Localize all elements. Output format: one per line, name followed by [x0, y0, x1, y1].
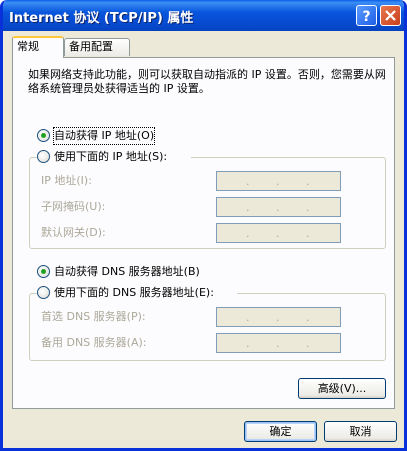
dns-auto-label: 自动获得 DNS 服务器地址(B)	[54, 265, 200, 278]
alternate-dns-field[interactable]: ...	[216, 333, 341, 353]
ip-address-field[interactable]: ...	[216, 171, 341, 191]
ip-address-label: IP 地址(I):	[41, 174, 92, 187]
subnet-mask-field[interactable]: ...	[216, 197, 341, 217]
description-text: 如果网络支持此功能，则可以获取自动指派的 IP 设置。否则，您需要从网络系统管理…	[28, 68, 386, 95]
tab-alternate-configuration[interactable]: 备用配置	[64, 38, 130, 56]
preferred-dns-label: 首选 DNS 服务器(P):	[41, 310, 146, 323]
default-gateway-label: 默认网关(D):	[41, 226, 106, 239]
radio-ip-manual-indicator[interactable]	[37, 150, 50, 163]
general-tab-panel: 如果网络支持此功能，则可以获取自动指派的 IP 设置。否则，您需要从网络系统管理…	[12, 57, 395, 409]
title-bar[interactable]: Internet 协议 (TCP/IP) 属性 ?	[3, 0, 404, 31]
radio-dns-manual-indicator[interactable]	[37, 286, 50, 299]
svg-text:?: ?	[362, 9, 370, 25]
tcpip-properties-dialog: Internet 协议 (TCP/IP) 属性 ? 常规 备用配置 如果网络支持…	[0, 0, 407, 451]
window-title: Internet 协议 (TCP/IP) 属性	[9, 11, 194, 26]
dns-manual-radio[interactable]: 使用下面的 DNS 服务器地址(E):	[37, 285, 237, 301]
radio-dns-auto-indicator[interactable]	[37, 265, 50, 278]
help-icon: ?	[362, 9, 370, 25]
tab-general[interactable]: 常规	[12, 36, 64, 58]
radio-ip-auto-indicator[interactable]	[37, 129, 50, 142]
default-gateway-field[interactable]: ...	[216, 223, 341, 243]
dns-manual-label: 使用下面的 DNS 服务器地址(E):	[54, 286, 214, 299]
ip-manual-label: 使用下面的 IP 地址(S):	[54, 150, 168, 163]
cancel-button[interactable]: 取消	[324, 421, 397, 442]
ip-auto-label: 自动获得 IP 地址(O)	[52, 127, 156, 145]
ok-button[interactable]: 确定	[244, 421, 317, 442]
subnet-mask-label: 子网掩码(U):	[41, 200, 106, 213]
preferred-dns-field[interactable]: ...	[216, 307, 341, 327]
close-icon	[385, 10, 396, 21]
close-button[interactable]	[380, 5, 401, 26]
alternate-dns-label: 备用 DNS 服务器(A):	[41, 336, 147, 349]
advanced-button[interactable]: 高级(V)...	[298, 378, 386, 399]
help-button[interactable]: ?	[356, 5, 377, 26]
ip-manual-radio[interactable]: 使用下面的 IP 地址(S):	[37, 149, 191, 165]
